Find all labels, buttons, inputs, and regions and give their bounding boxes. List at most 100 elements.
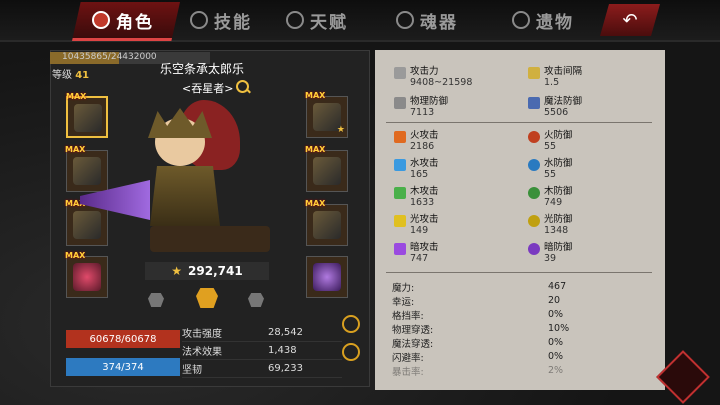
extra-stat-row: 闪避率: 0%: [392, 351, 564, 364]
light-atk-icon: [394, 215, 406, 227]
extra-stat-row: 魔法穿透: 0%: [392, 337, 564, 350]
divider: [386, 272, 652, 273]
equip-slot-weapon[interactable]: MAX: [65, 199, 108, 246]
fire-atk-icon: [394, 131, 406, 143]
level-indicator: 等级 41: [52, 66, 89, 81]
stat-row: 法术效果 1,438: [182, 342, 342, 360]
stat-fire-def: 火防御 55: [528, 130, 573, 152]
star-icon: ★: [336, 125, 345, 135]
max-badge: MAX: [65, 251, 86, 260]
swap-icon[interactable]: [342, 343, 360, 361]
tab-skills-label: 技能: [214, 12, 252, 33]
max-badge: MAX: [65, 145, 86, 154]
inspect-icon[interactable]: [236, 80, 249, 93]
stat-fire-atk: 火攻击 2186: [394, 130, 439, 152]
tab-skills[interactable]: 技能: [190, 6, 252, 34]
stat-light-atk: 光攻击 149: [394, 214, 439, 236]
tab-soul[interactable]: 魂器: [396, 6, 458, 34]
refine-icon[interactable]: [342, 315, 360, 333]
stat-magic-def: 魔法防御 5506: [528, 96, 582, 118]
max-badge: MAX: [66, 92, 87, 101]
light-def-icon: [528, 215, 540, 227]
skill-icon: [190, 11, 208, 29]
tab-talent[interactable]: 天赋: [286, 6, 348, 34]
stat-label: 坚韧: [182, 365, 202, 376]
equip-slot-ring[interactable]: MAX: [65, 251, 108, 298]
magic-shield-icon: [528, 97, 540, 109]
stat-label: 攻击强度: [182, 329, 222, 340]
character-title: <吞星者>: [182, 82, 234, 95]
stat-row: 攻击强度 28,542: [182, 324, 342, 342]
combat-power: ★ 292,741: [145, 262, 269, 280]
stat-wood-atk: 木攻击 1633: [394, 186, 439, 208]
equip-slot-amulet[interactable]: [306, 256, 348, 298]
character-name: 乐空条承太郎乐: [160, 62, 245, 76]
level-value: 41: [75, 70, 90, 81]
dark-def-icon: [528, 243, 540, 255]
weapon-icon: [73, 211, 101, 239]
tab-character-label: 角色: [116, 12, 154, 33]
tab-character[interactable]: 角色: [92, 6, 154, 34]
extra-stat-row: 魔力: 467: [392, 281, 567, 294]
stat-wood-def: 木防御 749: [528, 186, 573, 208]
water-atk-icon: [394, 159, 406, 171]
max-badge: MAX: [305, 199, 326, 208]
water-def-icon: [528, 159, 540, 171]
exp-text: 10435865/24432000: [62, 52, 157, 62]
stat-attack-interval: 攻击间隔 1.5: [528, 66, 582, 88]
sword-icon: [394, 67, 406, 79]
wood-atk-icon: [394, 187, 406, 199]
back-arrow-icon: ↶: [622, 9, 638, 31]
relic-icon: [512, 11, 530, 29]
hero-portrait: [80, 100, 260, 250]
wood-def-icon: [528, 187, 540, 199]
stat-water-atk: 水攻击 165: [394, 158, 439, 180]
stat-value: 28,542: [268, 327, 303, 338]
character-icon: [92, 11, 110, 29]
stat-label: 法术效果: [182, 347, 222, 358]
equip-slot-helmet[interactable]: MAX: [66, 92, 108, 138]
gloves-icon: [73, 157, 101, 185]
equip-slot-gloves[interactable]: MAX: [65, 145, 108, 192]
equip-slot-armor[interactable]: MAX: [305, 145, 348, 192]
stat-phys-def: 物理防御 7113: [394, 96, 448, 118]
stat-light-def: 光防御 1348: [528, 214, 573, 236]
star-icon: ★: [171, 264, 183, 278]
extra-stat-row: 物理穿透: 10%: [392, 323, 570, 336]
hp-bar: 60678/60678: [66, 330, 180, 348]
combat-power-value: 292,741: [188, 264, 243, 278]
extra-stat-row: 格挡率: 0%: [392, 309, 564, 322]
max-badge: MAX: [305, 145, 326, 154]
equip-slot-boots[interactable]: MAX: [305, 199, 348, 246]
stat-value: 1,438: [268, 345, 297, 356]
max-badge: MAX: [305, 91, 326, 100]
stat-row: 坚韧 69,233: [182, 360, 342, 378]
extra-stat-row: 幸运: 20: [392, 295, 561, 308]
stat-attack: 攻击力 9408~21598: [394, 66, 472, 88]
soul-icon: [396, 11, 414, 29]
amulet-icon: [313, 263, 341, 291]
tab-relic[interactable]: 遗物: [512, 6, 574, 34]
stat-value: 69,233: [268, 363, 303, 374]
extra-stat-row: 暴击率: 2%: [392, 365, 564, 378]
equip-slot-shoulder[interactable]: MAX ★: [305, 91, 348, 138]
dark-atk-icon: [394, 243, 406, 255]
boots-icon: [313, 211, 341, 239]
back-button[interactable]: ↶: [600, 4, 660, 36]
tab-relic-label: 遗物: [536, 12, 574, 33]
stat-water-def: 水防御 55: [528, 158, 573, 180]
armor-icon: [313, 157, 341, 185]
shield-icon: [394, 97, 406, 109]
level-label: 等级: [52, 70, 72, 81]
stat-dark-def: 暗防御 39: [528, 242, 573, 264]
mini-stats: 攻击强度 28,542 法术效果 1,438 坚韧 69,233: [182, 324, 342, 378]
mp-bar: 374/374: [66, 358, 180, 376]
top-tab-bar: 角色 技能 天赋 魂器 遗物 ↶: [0, 0, 720, 42]
fire-def-icon: [528, 131, 540, 143]
stat-dark-atk: 暗攻击 747: [394, 242, 439, 264]
tab-talent-label: 天赋: [310, 12, 348, 33]
armor-set-icon-active[interactable]: [196, 288, 218, 308]
helmet-icon: [74, 104, 102, 132]
ring-icon: [73, 263, 101, 291]
divider: [386, 122, 652, 123]
